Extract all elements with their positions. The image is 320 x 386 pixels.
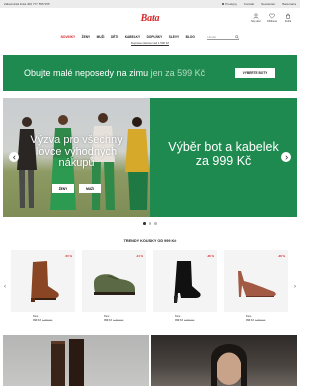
- promo-strip[interactable]: Doprava zdarma nad 1 500 Kč: [0, 41, 300, 46]
- hero-promo-panel[interactable]: Výběr bot a kabelek za 999 Kč: [150, 98, 297, 217]
- hero-left-headline: Výzva pro všechny lovce výhodných nákupů: [30, 134, 123, 169]
- banner-accent-text: jen za 599 Kč: [150, 68, 206, 78]
- product-brand: Bata: [104, 315, 110, 318]
- carousel-dot-2[interactable]: [148, 222, 152, 225]
- pink-pump-image: [238, 271, 276, 297]
- header: Bata Muj účet Oblíbené Košík NOVINKY ŽEN…: [0, 8, 300, 40]
- trending-title: TRENDY KOUSKY OD 999 Kč: [123, 239, 177, 243]
- nav-item-blog[interactable]: BLOG: [186, 35, 195, 39]
- discount-badge: -38 %: [277, 254, 285, 258]
- women-button[interactable]: ŽENY: [52, 184, 74, 193]
- hotline-text: Zákaznická linka 400 777 555 555: [4, 2, 50, 6]
- hero-carousel: Výzva pro všechny lovce výhodných nákupů…: [3, 98, 297, 217]
- chevron-left-icon: [12, 155, 15, 159]
- search-icon[interactable]: [235, 34, 240, 39]
- carousel-dot-3[interactable]: [154, 222, 157, 225]
- cart-button[interactable]: Košík: [282, 13, 294, 23]
- nav-item-zeny[interactable]: ŽENY: [82, 35, 91, 39]
- link-stores[interactable]: Prodejny: [221, 2, 237, 6]
- product-price: 999 Kč1 599 Kč: [175, 319, 195, 322]
- top-utility-bar: Zákaznická linka 400 777 555 555 Prodejn…: [0, 0, 300, 8]
- chevron-right-icon: [285, 155, 288, 159]
- tall-boots-image: [51, 339, 84, 386]
- product-image[interactable]: -38 %: [224, 250, 288, 312]
- nav-item-muzi[interactable]: MUŽI: [97, 35, 105, 39]
- hero-buttons: ŽENY MUŽI: [3, 184, 150, 193]
- product-card[interactable]: -50 % Bata 999 Kč1 999 Kč: [11, 250, 75, 326]
- link-bata-card[interactable]: Bata karta: [282, 2, 296, 6]
- hero-right-headline: Výběr bot a kabelek za 999 Kč: [168, 140, 279, 168]
- woman-portrait-image: [211, 344, 247, 386]
- product-price: 999 Kč1 599 Kč: [246, 319, 266, 322]
- user-actions: Muj účet Oblíbené Košík: [250, 13, 294, 23]
- banner-text: Obujte malé neposedy na zimu jen za 599 …: [24, 68, 205, 78]
- cart-icon: [285, 13, 291, 19]
- product-image[interactable]: -44 %: [82, 250, 146, 312]
- boots-lifestyle-tile[interactable]: [3, 335, 149, 386]
- link-newsletter[interactable]: Newsletter: [261, 2, 275, 6]
- discount-badge: -50 %: [64, 254, 72, 258]
- discount-badge: -44 %: [135, 254, 143, 258]
- nav-item-kabelky[interactable]: KABELKY: [125, 35, 140, 39]
- product-image[interactable]: -50 %: [11, 250, 75, 312]
- carousel-next-button[interactable]: [281, 152, 291, 162]
- product-price: 999 Kč1 999 Kč: [33, 319, 53, 322]
- nav-item-deti[interactable]: DĚTI: [111, 35, 118, 39]
- carousel-prev-button[interactable]: [9, 152, 19, 162]
- men-button[interactable]: MUŽI: [79, 184, 101, 193]
- promo-strip-text: Doprava zdarma nad 1 500 Kč: [131, 41, 169, 46]
- favorites-button[interactable]: Oblíbené: [266, 13, 278, 23]
- hero-image-panel[interactable]: Výzva pro všechny lovce výhodných nákupů…: [3, 98, 150, 217]
- nav-item-slevy[interactable]: SLEVY: [169, 35, 179, 39]
- green-suede-shoe-image: [94, 274, 135, 295]
- location-pin-icon: [221, 2, 225, 5]
- search-input[interactable]: Hledat: [207, 34, 240, 40]
- discount-badge: -38 %: [206, 254, 214, 258]
- product-brand: Bata: [33, 315, 39, 318]
- product-card[interactable]: -38 % Bata 999 Kč1 599 Kč: [153, 250, 217, 326]
- product-brand: Bata: [246, 315, 252, 318]
- account-button[interactable]: Muj účet: [250, 13, 262, 23]
- nav-item-doplnky[interactable]: DOPLŇKY: [147, 35, 163, 39]
- carousel-dots: [0, 222, 300, 225]
- products-prev-icon[interactable]: ‹: [4, 284, 6, 290]
- product-carousel: -50 % Bata 999 Kč1 999 Kč -44 % Bata 999…: [11, 250, 289, 326]
- product-brand: Bata: [175, 315, 181, 318]
- carousel-dot-1[interactable]: [143, 222, 146, 225]
- product-price: 999 Kč1 799 Kč: [104, 319, 124, 322]
- product-card[interactable]: -44 % Bata 999 Kč1 799 Kč: [82, 250, 146, 326]
- user-icon: [253, 13, 259, 19]
- banner-main-text: Obujte malé neposedy na zimu: [24, 68, 149, 78]
- search-placeholder: Hledat: [207, 34, 217, 39]
- brown-ankle-boot-image: [31, 261, 59, 302]
- bata-logo[interactable]: Bata: [133, 12, 167, 24]
- product-card[interactable]: -38 % Bata 999 Kč1 599 Kč: [224, 250, 288, 326]
- nav-item-novinky[interactable]: NOVINKY: [61, 35, 76, 39]
- black-heeled-boot-image: [174, 261, 201, 303]
- products-next-icon[interactable]: ›: [294, 284, 296, 290]
- portrait-lifestyle-tile[interactable]: [151, 335, 297, 386]
- product-image[interactable]: -38 %: [153, 250, 217, 312]
- link-contact[interactable]: Kontakt: [244, 2, 254, 6]
- heart-icon: [269, 13, 275, 19]
- choose-shoes-button[interactable]: VYBERTE BOTY: [235, 68, 275, 78]
- promo-banner[interactable]: Obujte malé neposedy na zimu jen za 599 …: [3, 55, 297, 91]
- main-nav: NOVINKY ŽENY MUŽI DĚTI KABELKY DOPLŇKY S…: [0, 34, 300, 40]
